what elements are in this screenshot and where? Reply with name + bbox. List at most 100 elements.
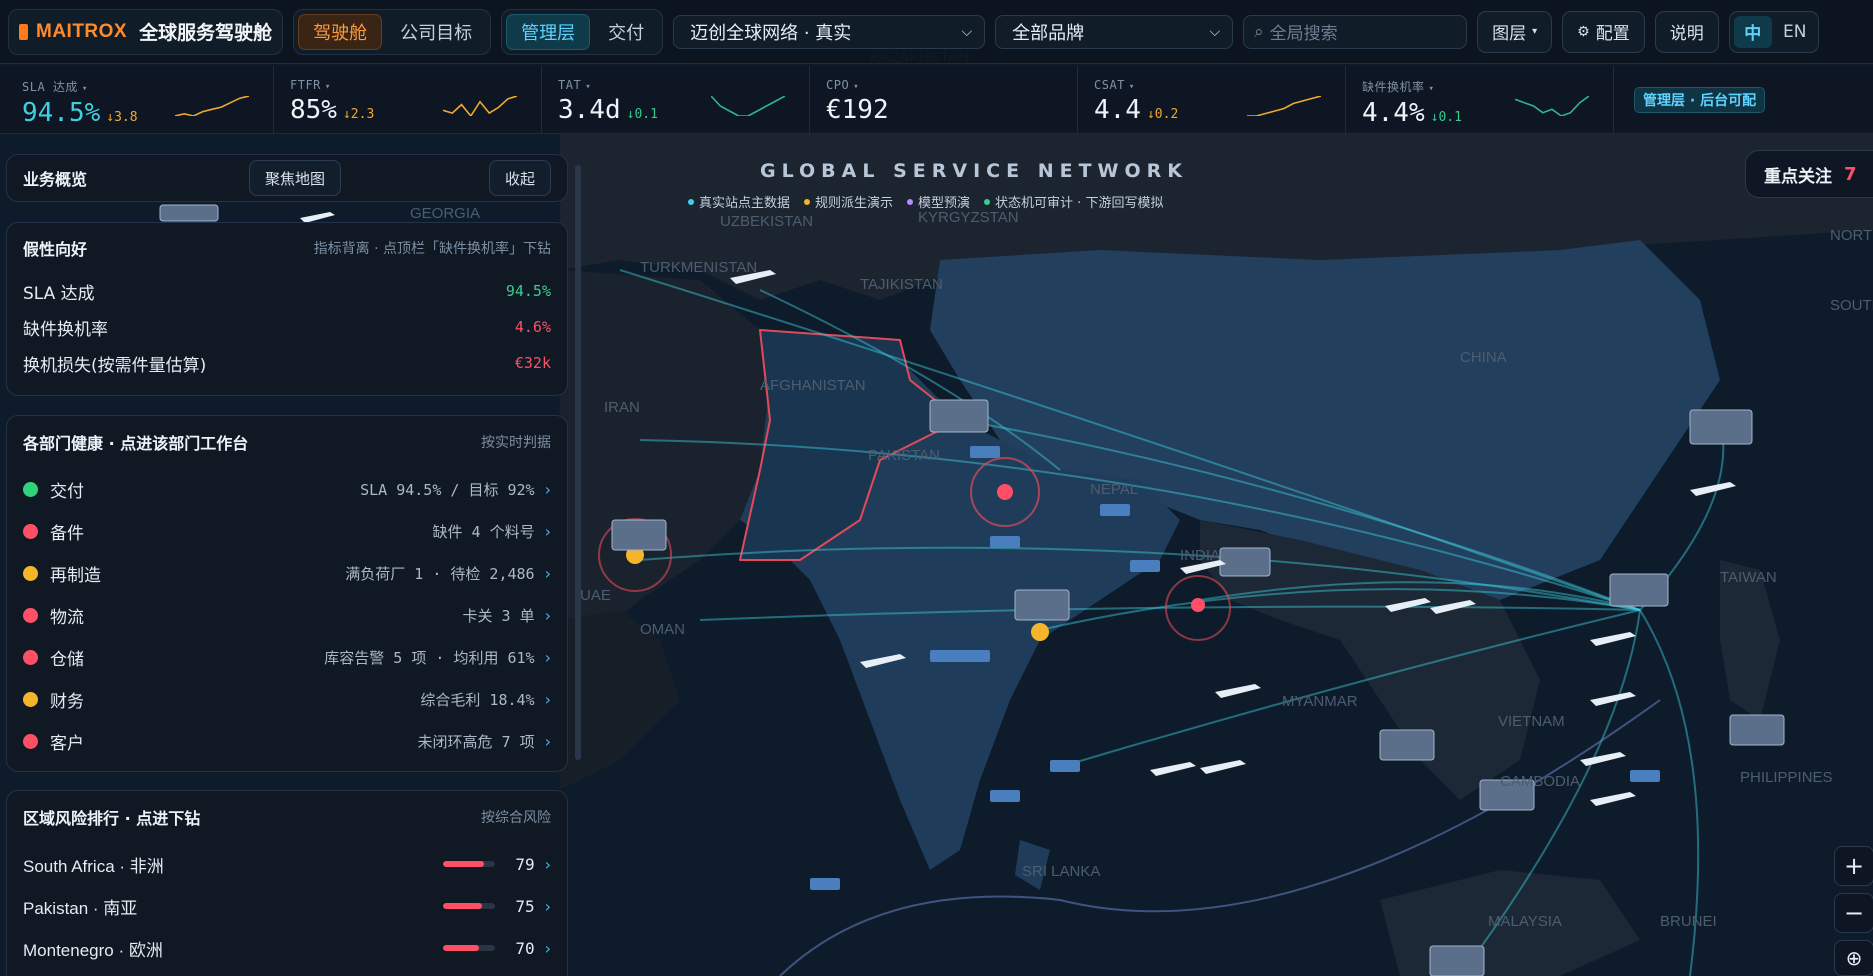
- chevron-right-icon: ›: [544, 938, 551, 958]
- country-label: SOUTH KOREA: [1830, 297, 1873, 314]
- collapse-button[interactable]: 收起: [488, 160, 551, 196]
- kpi-strip: SLA 达成 ▾ 94.5% ↓3.8 FTFR ▾ 85% ↓2.3 TAT ▾ 3.4d ↓0.1…: [0, 66, 1873, 134]
- country-label: MALAYSIA: [1488, 913, 1562, 930]
- kpi-config-badge: 管理层 · 后台可配: [1634, 86, 1766, 113]
- country-label: OMAN: [640, 621, 685, 638]
- zoom-out-button[interactable]: −: [1834, 893, 1873, 933]
- region-row[interactable]: Montenegro · 欧洲 70 ›: [7, 927, 567, 969]
- tab-delivery[interactable]: 交付: [594, 14, 658, 50]
- brand: MAITROX 全球服务驾驶舱: [8, 8, 284, 55]
- tab-company-goals[interactable]: 公司目标: [386, 14, 486, 50]
- kpi-card[interactable]: SLA 达成 ▾ 94.5% ↓3.8: [6, 66, 274, 133]
- kpi-card[interactable]: CPO ▾ €192: [810, 66, 1078, 133]
- kpi-card[interactable]: TAT ▾ 3.4d ↓0.1: [542, 66, 810, 133]
- lang-en[interactable]: EN: [1776, 16, 1814, 48]
- kpi-sparkline: [1247, 96, 1321, 116]
- fake-good-title: 假性向好: [23, 240, 88, 259]
- kpi-card[interactable]: 缺件换机率 ▾ 4.4% ↓0.1: [1346, 66, 1614, 133]
- chevron-right-icon: ›: [544, 647, 551, 667]
- kpi-delta: ↓0.1: [1430, 110, 1462, 125]
- kpi-sparkline: [1515, 96, 1589, 116]
- legend-item: 模型预演: [907, 192, 970, 211]
- dept-health-title: 各部门健康 · 点进该部门工作台: [23, 434, 249, 453]
- caret-down-icon: ▾: [324, 82, 331, 92]
- kpi-delta: ↓0.2: [1146, 107, 1179, 122]
- global-search-input[interactable]: ⌕ 全局搜索: [1243, 14, 1468, 49]
- map-title: GLOBAL SERVICE NETWORK: [760, 160, 1188, 182]
- region-row[interactable]: South Africa · 非洲 79 ›: [7, 843, 567, 885]
- country-label: PHILIPPINES: [1740, 769, 1833, 786]
- help-button[interactable]: 说明: [1654, 10, 1719, 53]
- legend-item: 规则派生演示: [804, 192, 893, 211]
- list-item: SLA 达成 94.5%: [23, 282, 551, 304]
- country-label: UAE: [580, 587, 611, 604]
- brand-select[interactable]: 全部品牌 ⌵: [995, 14, 1234, 49]
- country-label: NEPAL: [1090, 481, 1138, 498]
- kpi-label: 缺件换机率 ▾: [1362, 80, 1435, 94]
- config-button[interactable]: ⚙ 配置: [1562, 10, 1645, 53]
- list-item: 换机损失(按需件量估算) €32k: [23, 354, 551, 376]
- kpi-delta: ↓3.8: [106, 110, 138, 125]
- kpi-label: FTFR ▾: [290, 78, 331, 92]
- dept-row[interactable]: 物流 卡关 3 单 ›: [7, 594, 567, 636]
- kpi-value: €192: [826, 95, 889, 125]
- country-label: BRUNEI: [1660, 913, 1717, 930]
- status-dot: [23, 733, 38, 749]
- kpi-sparkline: [443, 96, 517, 116]
- map-legend: 真实站点主数据 规则派生演示 模型预演 状态机可审计 · 下游回写模拟: [688, 192, 1163, 211]
- left-panel: 业务概览 聚焦地图 收起 假性向好 指标背离 · 点顶栏「缺件换机率」下钻 SL…: [0, 145, 574, 976]
- kpi-card[interactable]: FTFR ▾ 85% ↓2.3: [274, 66, 542, 133]
- zoom-reset-button[interactable]: ⊕: [1834, 940, 1873, 976]
- country-label: TAIWAN: [1720, 569, 1777, 586]
- legend-dot: [984, 198, 991, 205]
- tab-cockpit[interactable]: 驾驶舱: [298, 13, 383, 50]
- chevron-right-icon: ›: [544, 689, 551, 709]
- lang-zh[interactable]: 中: [1733, 15, 1772, 48]
- overview-title: 业务概览: [23, 170, 88, 189]
- zoom-in-button[interactable]: +: [1834, 846, 1873, 886]
- country-label: AFGHANISTAN: [760, 377, 866, 394]
- fake-good-card: 假性向好 指标背离 · 点顶栏「缺件换机率」下钻 SLA 达成 94.5% 缺件换…: [6, 222, 568, 396]
- kpi-sparkline: [175, 96, 249, 116]
- list-item: 缺件换机率 4.6%: [23, 318, 551, 340]
- dept-row[interactable]: 客户 未闭环高危 7 项 ›: [7, 720, 567, 762]
- role-tabs: 管理层 交付: [501, 8, 664, 55]
- top-bar: MAITROX 全球服务驾驶舱 驾驶舱 公司目标 管理层 交付 迈创全球网络 ·…: [0, 0, 1873, 64]
- left-panel-scrollbar[interactable]: [575, 165, 581, 760]
- chevron-right-icon: ›: [544, 479, 551, 499]
- risk-bar: [442, 903, 495, 909]
- layers-button[interactable]: 图层 ▾: [1477, 10, 1553, 53]
- region-row[interactable]: Pakistan · 南亚 75 ›: [7, 885, 567, 927]
- dept-row[interactable]: 交付 SLA 94.5% / 目标 92% ›: [7, 468, 567, 510]
- language-switch: 中 EN: [1728, 10, 1819, 53]
- brand-logo-icon: [19, 23, 28, 40]
- brand-name: MAITROX: [36, 20, 128, 42]
- focus-map-button[interactable]: 聚焦地图: [248, 160, 341, 196]
- network-select[interactable]: 迈创全球网络 · 真实 ⌵: [673, 14, 986, 49]
- dept-row[interactable]: 再制造 满负荷厂 1 · 待检 2,486 ›: [7, 552, 567, 594]
- tab-management[interactable]: 管理层: [506, 13, 591, 50]
- fake-good-hint: 指标背离 · 点顶栏「缺件换机率」下钻: [313, 241, 551, 257]
- status-dot: [23, 481, 38, 497]
- nav-tabs: 驾驶舱 公司目标: [293, 8, 492, 55]
- overview-card: 业务概览 聚焦地图 收起: [6, 154, 568, 202]
- kpi-card[interactable]: CSAT ▾ 4.4 ↓0.2: [1078, 66, 1346, 133]
- country-label: CHINA: [1460, 349, 1507, 366]
- chevron-right-icon: ›: [544, 605, 551, 625]
- chevron-right-icon: ›: [544, 854, 551, 874]
- caret-down-icon: ▾: [1128, 82, 1135, 92]
- country-label: TURKMENISTAN: [640, 259, 757, 276]
- dept-row[interactable]: 备件 缺件 4 个料号 ›: [7, 510, 567, 552]
- dept-row[interactable]: 仓储 库容告警 5 项 · 均利用 61% ›: [7, 636, 567, 678]
- chevron-down-icon: ⌵: [1209, 23, 1221, 40]
- country-label: SRI LANKA: [1022, 863, 1100, 880]
- chevron-right-icon: ›: [544, 896, 551, 916]
- status-dot: [23, 565, 38, 581]
- status-dot: [23, 691, 38, 707]
- dept-row[interactable]: 财务 综合毛利 18.4% ›: [7, 678, 567, 720]
- country-label: TAJIKISTAN: [860, 276, 943, 293]
- region-risk-title: 区域风险排行 · 点进下钻: [23, 809, 201, 828]
- kpi-sparkline: [711, 96, 785, 116]
- focus-panel-toggle[interactable]: 重点关注 7: [1745, 150, 1873, 198]
- country-label: INDIA: [1180, 547, 1220, 564]
